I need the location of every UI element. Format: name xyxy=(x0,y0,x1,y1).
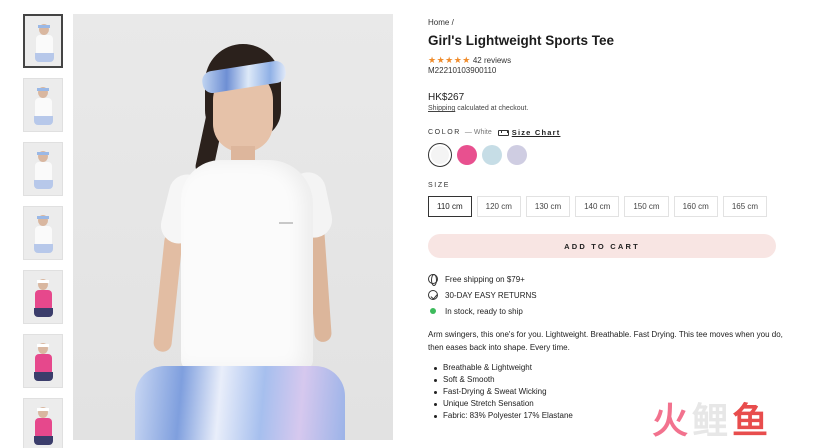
in-stock-dot-icon xyxy=(430,308,436,314)
benefit-text: In stock, ready to ship xyxy=(445,306,523,316)
review-count[interactable]: 42 reviews xyxy=(473,56,511,65)
selected-color-value: — White xyxy=(464,129,492,136)
swatch-lavender[interactable] xyxy=(507,145,527,165)
size-chart-link[interactable]: Size Chart xyxy=(497,128,561,137)
product-sku: M22210103900110 xyxy=(428,66,497,75)
watermark-logo: 火 鲤 鱼 xyxy=(652,402,768,442)
main-product-image[interactable] xyxy=(73,14,393,440)
swatch-white[interactable] xyxy=(428,143,452,167)
size-option-160[interactable]: 160 cm xyxy=(673,196,718,217)
size-option-165[interactable]: 165 cm xyxy=(722,196,768,217)
product-title: Girl's Lightweight Sports Tee xyxy=(428,33,614,48)
breadcrumb-home-link[interactable]: Home xyxy=(428,18,449,27)
size-label: SIZE xyxy=(428,182,450,189)
product-rating[interactable]: ★★★★★ 42 reviews xyxy=(428,55,511,66)
feature-list: Breathable & Lightweight Soft & Smooth F… xyxy=(434,362,573,422)
size-options: 110 cm 120 cm 130 cm 140 cm 150 cm 160 c… xyxy=(428,196,768,217)
thumbnail-2[interactable] xyxy=(23,78,63,132)
benefits-list: Free shipping on $79+ 30-DAY EASY RETURN… xyxy=(428,271,537,319)
size-option-150[interactable]: 150 cm xyxy=(624,196,669,217)
watermark-char: 鱼 xyxy=(732,401,769,442)
size-option-130[interactable]: 130 cm xyxy=(525,196,571,217)
size-option-110[interactable]: 110 cm xyxy=(428,196,472,217)
add-to-cart-button[interactable]: ADD TO CART xyxy=(428,234,776,258)
shipping-link[interactable]: Shipping xyxy=(428,105,455,112)
benefit-text: 30-DAY EASY RETURNS xyxy=(445,290,537,300)
size-chart-label: Size Chart xyxy=(511,128,561,137)
shipping-note-text: calculated at checkout. xyxy=(455,105,529,112)
watermark-char: 鲤 xyxy=(692,401,729,442)
benefit-free-shipping: Free shipping on $79+ xyxy=(428,271,537,287)
size-option-140[interactable]: 140 cm xyxy=(575,196,620,217)
thumbnail-6[interactable] xyxy=(23,334,63,388)
thumbnail-7[interactable] xyxy=(23,398,63,448)
swatch-pink[interactable] xyxy=(457,145,477,165)
feature-item: Breathable & Lightweight xyxy=(434,362,573,374)
white-sports-tee xyxy=(181,160,313,370)
size-option-120[interactable]: 120 cm xyxy=(476,196,521,217)
tee-logo xyxy=(279,222,293,224)
feature-item: Unique Stretch Sensation xyxy=(434,398,573,410)
thumbnail-1[interactable] xyxy=(23,14,63,68)
benefit-text: Free shipping on $79+ xyxy=(445,274,525,284)
thumbnail-5[interactable] xyxy=(23,270,63,324)
product-price: HK$267 xyxy=(428,92,465,103)
thumbnail-4[interactable] xyxy=(23,206,63,260)
feature-item: Fast-Drying & Sweat Wicking xyxy=(434,386,573,398)
benefit-in-stock: In stock, ready to ship xyxy=(428,303,537,319)
shipping-note: Shipping calculated at checkout. xyxy=(428,105,528,112)
feature-item: Soft & Smooth xyxy=(434,374,573,386)
thumbnail-3[interactable] xyxy=(23,142,63,196)
watermark-char: 火 xyxy=(652,401,689,442)
check-circle-icon xyxy=(428,290,438,300)
star-rating-icon: ★★★★★ xyxy=(428,55,471,65)
ruler-icon xyxy=(497,129,509,136)
color-selector-header: COLOR — White Size Chart xyxy=(428,128,560,137)
color-swatches xyxy=(428,143,527,167)
feature-item: Fabric: 83% Polyester 17% Elastane xyxy=(434,410,573,422)
thumbnail-gallery xyxy=(23,14,64,448)
model-skirt xyxy=(135,366,345,440)
product-description: Arm swingers, this one's for you. Lightw… xyxy=(428,330,783,352)
model-arm-left xyxy=(152,231,184,353)
color-label: COLOR xyxy=(428,129,461,136)
breadcrumb-separator: / xyxy=(451,18,454,27)
breadcrumb: Home / xyxy=(428,18,454,27)
globe-icon xyxy=(428,274,438,286)
swatch-light-blue[interactable] xyxy=(482,145,502,165)
benefit-returns: 30-DAY EASY RETURNS xyxy=(428,287,537,303)
